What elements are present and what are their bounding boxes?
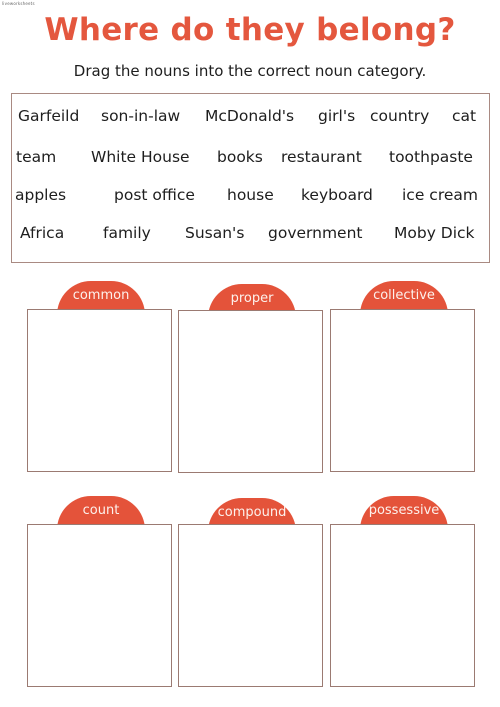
draggable-word[interactable]: White House: [91, 148, 190, 166]
draggable-word[interactable]: Moby Dick: [394, 224, 475, 242]
draggable-word[interactable]: team: [16, 148, 56, 166]
draggable-word[interactable]: family: [103, 224, 151, 242]
draggable-word[interactable]: Africa: [20, 224, 64, 242]
category-proper: proper: [178, 284, 324, 479]
drop-zone-proper[interactable]: [178, 310, 323, 473]
instruction-text: Drag the nouns into the correct noun cat…: [73, 62, 427, 80]
draggable-word[interactable]: son-in-law: [101, 107, 180, 125]
draggable-word[interactable]: Susan's: [185, 224, 244, 242]
page-title: Where do they belong?: [44, 12, 456, 48]
draggable-word[interactable]: keyboard: [301, 186, 373, 204]
category-possessive: possessive: [330, 496, 476, 691]
draggable-word[interactable]: post office: [114, 186, 195, 204]
draggable-word[interactable]: restaurant: [281, 148, 362, 166]
category-collective: collective: [330, 281, 476, 476]
draggable-word[interactable]: McDonald's: [205, 107, 294, 125]
drop-zone-compound[interactable]: [178, 524, 323, 687]
word-bank: Garfeild son-in-law McDonald's girl's co…: [11, 93, 490, 263]
draggable-word[interactable]: girl's: [318, 107, 355, 125]
draggable-word[interactable]: toothpaste: [389, 148, 473, 166]
draggable-word[interactable]: house: [227, 186, 274, 204]
drop-zone-common[interactable]: [27, 309, 172, 472]
drop-zone-collective[interactable]: [330, 309, 475, 472]
draggable-word[interactable]: apples: [15, 186, 66, 204]
draggable-word[interactable]: country: [370, 107, 429, 125]
draggable-word[interactable]: ice cream: [402, 186, 478, 204]
category-common: common: [27, 281, 173, 476]
category-compound: compound: [178, 498, 324, 693]
drop-zone-count[interactable]: [27, 524, 172, 687]
drop-zone-possessive[interactable]: [330, 524, 475, 687]
draggable-word[interactable]: Garfeild: [18, 107, 79, 125]
draggable-word[interactable]: books: [217, 148, 263, 166]
draggable-word[interactable]: government: [268, 224, 363, 242]
draggable-word[interactable]: cat: [452, 107, 476, 125]
category-count: count: [27, 496, 173, 691]
watermark: liveworksheets: [2, 1, 35, 6]
